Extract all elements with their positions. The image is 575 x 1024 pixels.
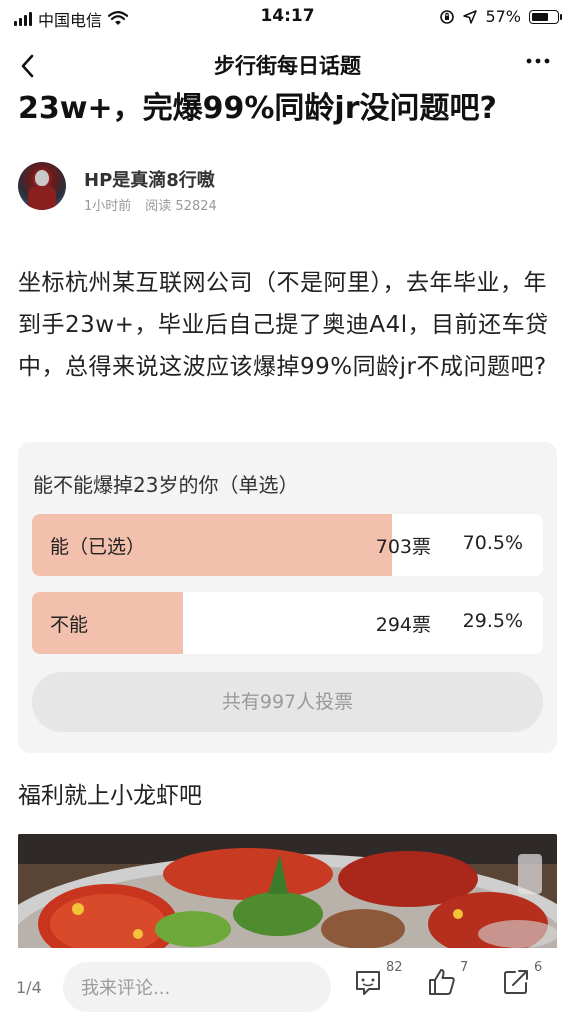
post-title: 23w+，完爆99%同龄jr没问题吧? xyxy=(18,91,497,126)
poll-option-percent: 70.5% xyxy=(462,532,523,554)
poll-option[interactable]: 不能 294票 29.5% xyxy=(32,592,543,654)
share-button[interactable]: 6 xyxy=(500,960,544,1010)
author-name[interactable]: HP是真滴8行嗷 xyxy=(84,166,215,192)
like-button[interactable]: 7 xyxy=(426,960,470,1010)
comment-input[interactable] xyxy=(79,962,303,1014)
read-count: 阅读 52824 xyxy=(145,199,217,214)
comment-count: 82 xyxy=(386,960,403,975)
author-row[interactable]: HP是真滴8行嗷 1小时前 阅读 52824 xyxy=(18,162,558,220)
poll-option-votes: 703票 xyxy=(375,536,431,558)
share-count: 6 xyxy=(534,960,543,975)
poll-option-label: 不能 xyxy=(50,614,89,636)
status-bar: 中国电信 14:17 57% xyxy=(0,0,575,34)
page-indicator: 1/4 xyxy=(16,978,42,997)
comment-button[interactable]: 82 xyxy=(352,960,403,1010)
poll-option-label: 能（已选） xyxy=(50,536,146,558)
section-heading: 福利就上小龙虾吧 xyxy=(18,783,202,809)
poll-card: 能不能爆掉23岁的你（单选） 能（已选） 703票 70.5% 不能 294票 … xyxy=(18,442,557,753)
poll-option[interactable]: 能（已选） 703票 70.5% xyxy=(32,514,543,576)
poll-option-votes: 294票 xyxy=(375,614,431,636)
status-right: 57% xyxy=(439,7,562,26)
more-icon xyxy=(526,58,550,64)
battery-icon xyxy=(529,9,562,24)
post-time: 1小时前 xyxy=(84,199,132,214)
author-meta: 1小时前 阅读 52824 xyxy=(84,195,217,214)
share-icon xyxy=(504,970,528,994)
battery-percent: 57% xyxy=(485,7,521,26)
more-button[interactable] xyxy=(525,46,551,78)
location-icon xyxy=(463,9,478,24)
avatar[interactable] xyxy=(18,162,66,210)
like-count: 7 xyxy=(460,960,469,975)
orientation-lock-icon xyxy=(440,9,455,24)
comment-input-box[interactable] xyxy=(63,962,331,1014)
crawfish-photo-image xyxy=(18,834,557,950)
bottom-bar: 1/4 82 7 6 xyxy=(0,948,575,1024)
crawfish-photo[interactable] xyxy=(18,834,557,950)
comment-icon xyxy=(356,971,380,995)
post-body: 坐标杭州某互联网公司（不是阿里），去年毕业，年到手23w+，毕业后自己提了奥迪A… xyxy=(18,270,549,380)
poll-option-percent: 29.5% xyxy=(462,610,523,632)
poll-question: 能不能爆掉23岁的你（单选） xyxy=(33,473,299,497)
poll-total-button[interactable]: 共有997人投票 xyxy=(32,672,543,732)
thumbs-up-icon xyxy=(429,969,455,995)
page-title: 步行街每日话题 xyxy=(214,54,361,78)
